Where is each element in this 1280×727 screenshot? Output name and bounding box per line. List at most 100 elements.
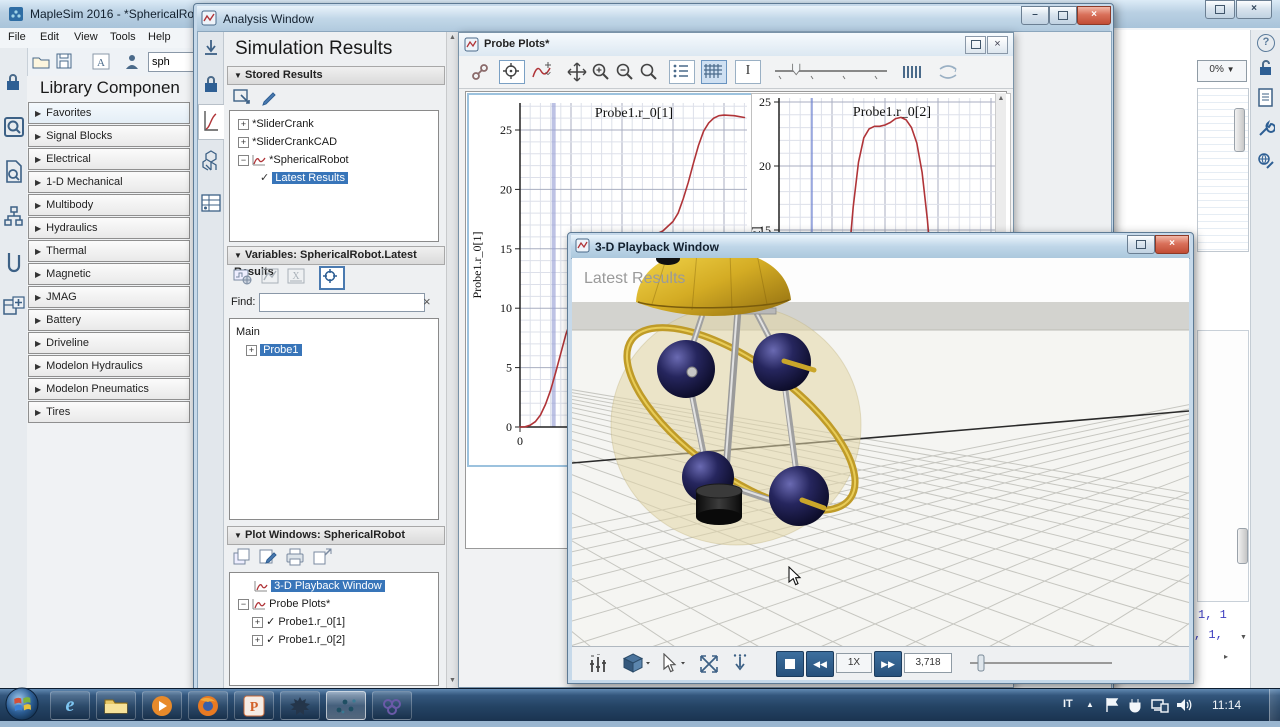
trace-density-icon[interactable] xyxy=(901,63,925,81)
console-scrollbar[interactable] xyxy=(1237,528,1248,564)
tray-show-hidden-icons[interactable]: ▲ xyxy=(1086,700,1094,709)
library-item-thermal[interactable]: ▶ Thermal xyxy=(28,240,190,262)
taskbar-ie-icon[interactable]: e xyxy=(50,691,90,720)
tree-row-probe-plots[interactable]: − Probe Plots* xyxy=(230,595,438,613)
zoom-out-icon[interactable] xyxy=(615,62,635,82)
results-panel-scrollbar[interactable]: ▲ ▼ xyxy=(446,32,458,688)
speed-box[interactable]: 1X xyxy=(836,653,872,673)
library-item-1d-mechanical[interactable]: ▶ 1-D Mechanical xyxy=(28,171,190,193)
show-desktop-button[interactable] xyxy=(1269,689,1280,721)
tree-row-latest-results[interactable]: ✓ Latest Results xyxy=(230,169,438,187)
follow-camera-icon[interactable] xyxy=(730,653,750,675)
edit-pencil-icon[interactable] xyxy=(261,88,279,106)
analysis-minimize-button[interactable]: – xyxy=(1021,6,1049,25)
x-axis-variable-icon[interactable]: X xyxy=(287,268,305,286)
fit-view-icon[interactable] xyxy=(698,653,720,675)
probe-plots-titlebar[interactable]: Probe Plots* × xyxy=(459,33,1013,57)
playback-maximize-button[interactable] xyxy=(1127,235,1155,254)
menu-view[interactable]: View xyxy=(74,31,98,43)
legend-toggle-button[interactable] xyxy=(669,60,695,84)
library-item-jmag[interactable]: ▶ JMAG xyxy=(28,286,190,308)
tree-row-probe1[interactable]: + Probe1 xyxy=(230,341,438,359)
playback-position-slider[interactable] xyxy=(966,653,1116,673)
add-curve-icon[interactable] xyxy=(531,62,557,82)
library-item-battery[interactable]: ▶ Battery xyxy=(28,309,190,331)
plot-variable-icon[interactable] xyxy=(261,268,279,286)
select-cursor-icon[interactable] xyxy=(660,653,688,675)
taskbar-maple-cloud-icon[interactable] xyxy=(372,691,412,720)
zoom-in-icon[interactable] xyxy=(591,62,611,82)
tree-row-main[interactable]: Main xyxy=(230,319,438,341)
analysis-maximize-button[interactable] xyxy=(1049,6,1077,25)
scrollbar-up-arrow[interactable]: ▲ xyxy=(449,34,456,41)
probe-restore-button[interactable] xyxy=(965,36,986,54)
help-icon[interactable]: ? xyxy=(1257,34,1275,52)
menu-file[interactable]: File xyxy=(8,31,26,43)
taskbar-clock[interactable]: 11:14 xyxy=(1212,698,1241,712)
library-item-favorites[interactable]: ▶ Favorites xyxy=(28,102,190,124)
lock-results-icon[interactable] xyxy=(202,74,220,94)
scrollbar-down-arrow[interactable]: ▼ xyxy=(449,677,456,684)
time-slider[interactable] xyxy=(771,62,891,82)
find-clear-icon[interactable]: × xyxy=(423,294,431,309)
tree-row-sphericalrobot[interactable]: − *SphericalRobot xyxy=(230,151,438,169)
add-apps-icon[interactable] xyxy=(3,296,25,318)
wrench-icon[interactable] xyxy=(1257,120,1275,138)
3d-view-tab-icon[interactable] xyxy=(201,150,221,172)
main-close-button[interactable]: × xyxy=(1236,0,1272,19)
rewind-button[interactable]: ◀◀ xyxy=(806,651,834,677)
library-item-electrical[interactable]: ▶ Electrical xyxy=(28,148,190,170)
export-plot-icon[interactable] xyxy=(313,548,333,566)
cursor-mode-button[interactable]: I xyxy=(735,60,761,84)
lock-icon[interactable] xyxy=(5,73,21,91)
stored-results-header[interactable]: ▼ Stored Results xyxy=(227,66,445,85)
taskbar-firefox-icon[interactable] xyxy=(188,691,228,720)
tree-row-3d-playback[interactable]: 3-D Playback Window xyxy=(230,573,438,595)
person-icon[interactable] xyxy=(124,53,140,70)
probe-close-button[interactable]: × xyxy=(987,36,1008,54)
library-item-multibody[interactable]: ▶ Multibody xyxy=(28,194,190,216)
scroll-right-arrow[interactable]: ▸ xyxy=(1224,652,1228,661)
print-plot-icon[interactable] xyxy=(285,548,305,566)
zoom-reset-icon[interactable] xyxy=(639,62,659,82)
library-item-modelon-hydraulics[interactable]: ▶ Modelon Hydraulics xyxy=(28,355,190,377)
unlock-icon[interactable] xyxy=(1257,58,1275,76)
probe-locate-button-active[interactable] xyxy=(319,266,345,290)
tray-language-indicator[interactable]: IT xyxy=(1063,698,1073,710)
search-document-icon[interactable] xyxy=(4,160,24,184)
main-restore-button[interactable] xyxy=(1205,0,1235,19)
canvas-scrollbar[interactable] xyxy=(1234,108,1245,152)
pan-icon[interactable] xyxy=(567,62,587,82)
menu-tools[interactable]: Tools xyxy=(110,31,136,43)
point-probe-button-active[interactable] xyxy=(499,60,525,84)
taskbar-media-player-icon[interactable] xyxy=(142,691,182,720)
model-tree-icon[interactable] xyxy=(4,206,24,228)
start-button[interactable] xyxy=(4,686,40,722)
library-item-modelon-pneumatics[interactable]: ▶ Modelon Pneumatics xyxy=(28,378,190,400)
apply-results-icon[interactable] xyxy=(233,88,253,106)
plot-windows-header[interactable]: ▼ Plot Windows: SphericalRobot xyxy=(227,526,445,545)
playback-settings-icon[interactable] xyxy=(588,654,608,674)
chart-scroll-up[interactable]: ▲ xyxy=(996,95,1006,102)
library-item-magnetic[interactable]: ▶ Magnetic xyxy=(28,263,190,285)
tray-network-icon[interactable] xyxy=(1151,697,1169,713)
tray-action-center-icon[interactable] xyxy=(1104,697,1120,713)
simulation-tab-active[interactable] xyxy=(198,104,224,140)
duplicate-plot-icon[interactable] xyxy=(233,548,251,566)
link-axes-icon[interactable] xyxy=(471,63,489,81)
stop-button[interactable] xyxy=(776,651,804,677)
export-results-icon[interactable] xyxy=(202,38,220,58)
tree-row-slidercrank[interactable]: + *SliderCrank xyxy=(230,111,438,133)
analysis-titlebar[interactable]: Analysis Window – × xyxy=(197,6,1111,32)
menu-edit[interactable]: Edit xyxy=(40,31,59,43)
tray-power-icon[interactable] xyxy=(1127,697,1144,713)
taskbar-maplesim-icon-active[interactable] xyxy=(326,691,366,720)
library-item-hydraulics[interactable]: ▶ Hydraulics xyxy=(28,217,190,239)
attachment-icon[interactable] xyxy=(5,251,23,275)
playback-titlebar[interactable]: 3-D Playback Window × xyxy=(571,235,1190,259)
playback-viewport[interactable]: Latest Results xyxy=(572,258,1189,646)
search-library-icon[interactable] xyxy=(4,116,24,138)
document-icon[interactable] xyxy=(1257,88,1275,108)
tree-row-slidercrankcad[interactable]: + *SliderCrankCAD xyxy=(230,133,438,151)
scroll-down-arrow[interactable]: ▼ xyxy=(1240,634,1247,641)
